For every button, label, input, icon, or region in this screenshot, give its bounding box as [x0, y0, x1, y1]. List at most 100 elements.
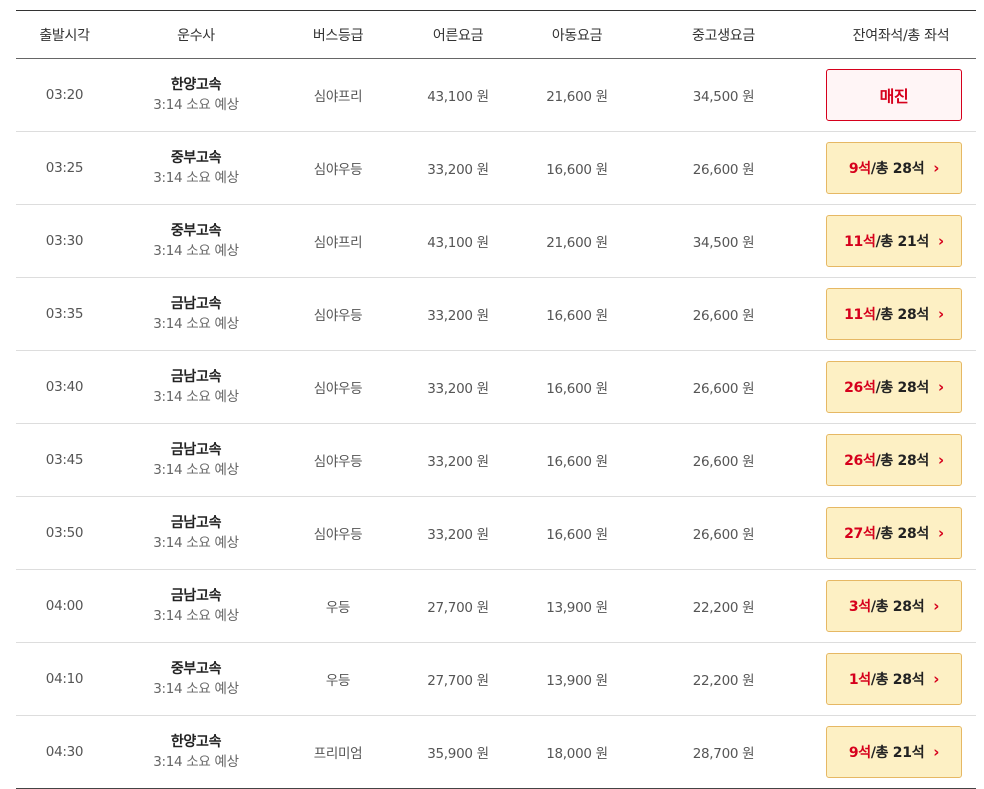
bus-grade: 심야우등 — [313, 527, 363, 543]
header-bus-grade: 버스등급 — [312, 27, 364, 44]
company-name: 금남고속 — [170, 369, 222, 385]
chevron-right-icon: › — [933, 743, 940, 761]
teen-fare: 34,500 원 — [692, 235, 755, 251]
company-cell: 한양고속 3:14 소요 예상 — [113, 75, 279, 115]
total-seats: /총 28석 — [870, 672, 925, 688]
teen-fare: 22,200 원 — [692, 600, 755, 616]
trip-duration: 3:14 소요 예상 — [153, 462, 239, 478]
remaining-seats: 9석 — [848, 161, 871, 177]
company-name: 한양고속 — [170, 734, 222, 750]
seat-select-button[interactable]: 3석 /총 28석 › — [826, 580, 962, 632]
adult-fare: 43,100 원 — [427, 235, 489, 251]
table-row: 03:25 중부고속 3:14 소요 예상 심야우등 33,200 원 16,6… — [16, 132, 976, 205]
trip-duration: 3:14 소요 예상 — [153, 316, 239, 332]
child-fare: 21,600 원 — [546, 235, 608, 251]
remaining-seats: 11석 — [844, 307, 876, 323]
seat-cell: 26석 /총 28석 › — [812, 361, 976, 413]
child-fare: 16,600 원 — [546, 527, 608, 543]
departure-time: 03:30 — [45, 233, 84, 249]
chevron-right-icon: › — [938, 378, 944, 396]
adult-fare: 33,200 원 — [427, 308, 489, 324]
teen-fare: 26,600 원 — [692, 308, 755, 324]
bus-grade: 심야프리 — [313, 89, 363, 105]
adult-fare: 35,900 원 — [427, 746, 489, 762]
company-name: 한양고속 — [170, 77, 222, 93]
total-seats: /총 21석 — [875, 234, 930, 250]
company-name: 중부고속 — [170, 150, 222, 166]
remaining-seats: 26석 — [844, 453, 876, 469]
company-cell: 중부고속 3:14 소요 예상 — [113, 659, 279, 699]
child-fare: 13,900 원 — [546, 600, 608, 616]
seat-cell: 매진 — [812, 69, 976, 121]
teen-fare: 28,700 원 — [692, 746, 755, 762]
departure-time: 03:50 — [45, 525, 84, 541]
departure-time: 04:10 — [45, 671, 84, 687]
bus-grade: 심야우등 — [313, 308, 363, 324]
trip-duration: 3:14 소요 예상 — [153, 389, 239, 405]
total-seats: /총 28석 — [870, 599, 925, 615]
bus-grade: 우등 — [325, 600, 351, 616]
header-adult-fare: 어른요금 — [432, 27, 484, 44]
bus-grade: 심야우등 — [313, 162, 363, 178]
remaining-seats: 27석 — [844, 526, 876, 542]
company-cell: 금남고속 3:14 소요 예상 — [113, 586, 279, 626]
company-cell: 금남고속 3:14 소요 예상 — [113, 367, 279, 407]
remaining-seats: 9석 — [848, 745, 871, 761]
remaining-seats: 11석 — [844, 234, 876, 250]
table-row: 03:50 금남고속 3:14 소요 예상 심야우등 33,200 원 16,6… — [16, 497, 976, 570]
child-fare: 21,600 원 — [546, 89, 608, 105]
table-row: 03:20 한양고속 3:14 소요 예상 심야프리 43,100 원 21,6… — [16, 59, 976, 132]
total-seats: /총 28석 — [875, 526, 930, 542]
seat-cell: 1석 /총 28석 › — [812, 653, 976, 705]
table-row: 03:35 금남고속 3:14 소요 예상 심야우등 33,200 원 16,6… — [16, 278, 976, 351]
bus-grade: 심야우등 — [313, 454, 363, 470]
total-seats: /총 28석 — [875, 453, 930, 469]
child-fare: 18,000 원 — [546, 746, 608, 762]
company-name: 중부고속 — [170, 223, 222, 239]
child-fare: 13,900 원 — [546, 673, 608, 689]
remaining-seats: 3석 — [848, 599, 871, 615]
adult-fare: 43,100 원 — [427, 89, 489, 105]
departure-time: 03:20 — [45, 87, 84, 103]
table-row: 04:10 중부고속 3:14 소요 예상 우등 27,700 원 13,900… — [16, 643, 976, 716]
seat-cell: 26석 /총 28석 › — [812, 434, 976, 486]
remaining-seats: 1석 — [848, 672, 871, 688]
departure-time: 04:00 — [45, 598, 84, 614]
chevron-right-icon: › — [938, 232, 944, 250]
departure-time: 03:35 — [45, 306, 84, 322]
departure-time: 04:30 — [45, 744, 84, 760]
header-child-fare: 아동요금 — [551, 27, 603, 44]
company-cell: 금남고속 3:14 소요 예상 — [113, 294, 279, 334]
seat-select-button[interactable]: 26석 /총 28석 › — [826, 434, 962, 486]
seat-select-button[interactable]: 9석 /총 28석 › — [826, 142, 962, 194]
chevron-right-icon: › — [938, 524, 944, 542]
company-cell: 중부고속 3:14 소요 예상 — [113, 221, 279, 261]
child-fare: 16,600 원 — [546, 162, 608, 178]
seat-select-button[interactable]: 27석 /총 28석 › — [826, 507, 962, 559]
trip-duration: 3:14 소요 예상 — [153, 97, 239, 113]
seat-cell: 27석 /총 28석 › — [812, 507, 976, 559]
chevron-right-icon: › — [933, 670, 940, 688]
table-row: 04:30 한양고속 3:14 소요 예상 프리미엄 35,900 원 18,0… — [16, 716, 976, 788]
bus-grade: 심야우등 — [313, 381, 363, 397]
header-seats: 잔여좌석/총 좌석 — [852, 27, 950, 44]
sold-out-button[interactable]: 매진 — [826, 69, 962, 121]
trip-duration: 3:14 소요 예상 — [153, 243, 239, 259]
seat-cell: 11석 /총 21석 › — [812, 215, 976, 267]
adult-fare: 27,700 원 — [427, 600, 489, 616]
company-name: 금남고속 — [170, 588, 222, 604]
total-seats: /총 28석 — [870, 161, 925, 177]
company-cell: 금남고속 3:14 소요 예상 — [113, 513, 279, 553]
remaining-seats: 26석 — [844, 380, 876, 396]
seat-select-button[interactable]: 26석 /총 28석 › — [826, 361, 962, 413]
seat-select-button[interactable]: 11석 /총 28석 › — [826, 288, 962, 340]
seat-select-button[interactable]: 11석 /총 21석 › — [826, 215, 962, 267]
teen-fare: 26,600 원 — [692, 527, 755, 543]
trip-duration: 3:14 소요 예상 — [153, 170, 239, 186]
seat-select-button[interactable]: 1석 /총 28석 › — [826, 653, 962, 705]
seat-select-button[interactable]: 9석 /총 21석 › — [826, 726, 962, 778]
company-name: 금남고속 — [170, 442, 222, 458]
header-departure-time: 출발시각 — [39, 27, 90, 44]
adult-fare: 33,200 원 — [427, 454, 489, 470]
table-row: 04:00 금남고속 3:14 소요 예상 우등 27,700 원 13,900… — [16, 570, 976, 643]
